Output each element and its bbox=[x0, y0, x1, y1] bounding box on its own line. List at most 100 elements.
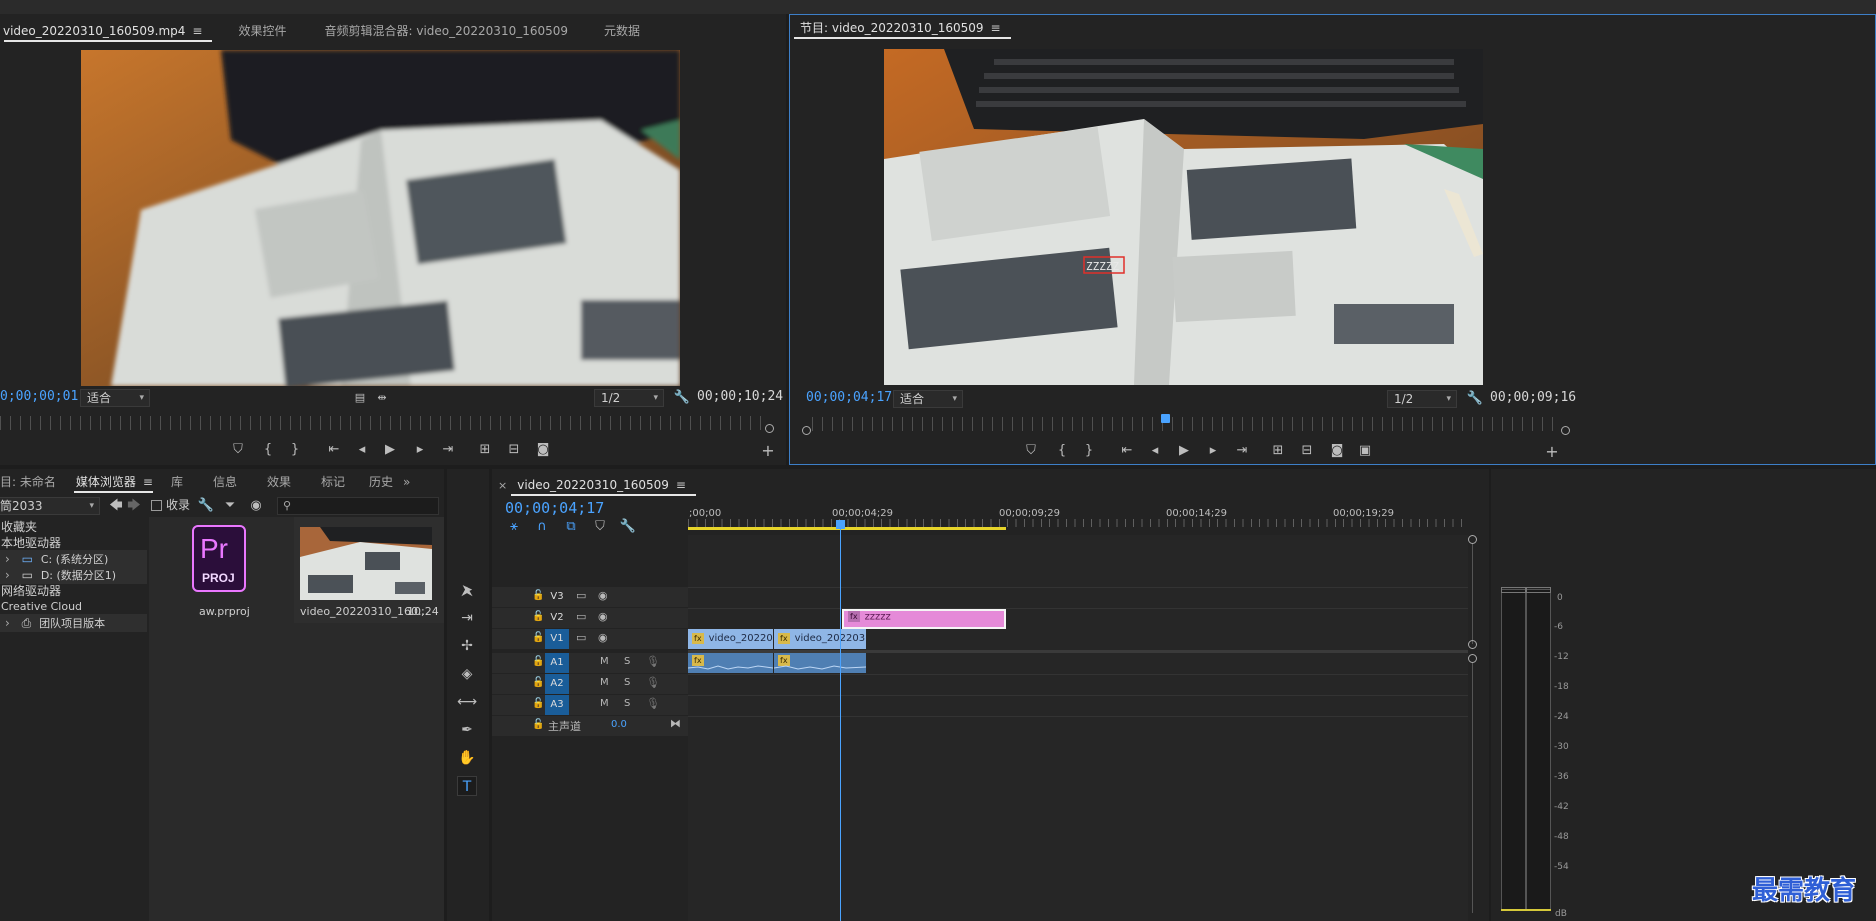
lock-icon[interactable]: 🔓 bbox=[532, 656, 544, 667]
add-marker-icon[interactable]: ⛉ bbox=[1021, 441, 1041, 461]
clip-v1-a[interactable]: fx video_20220310 bbox=[688, 629, 773, 649]
tab-program[interactable]: 节目: video_20220310_160509 ≡ bbox=[790, 15, 1015, 41]
tree-item-team-projects[interactable]: › ⎙ 团队项目版本 bbox=[0, 614, 147, 632]
clip-a1-a[interactable]: fx bbox=[688, 653, 773, 673]
lock-icon[interactable]: 🔓 bbox=[532, 719, 544, 730]
track-name[interactable]: A1 bbox=[545, 653, 569, 673]
type-tool-icon[interactable]: T bbox=[457, 776, 477, 796]
track-name[interactable]: A2 bbox=[545, 674, 569, 694]
path-select[interactable]: 筒2033 ▾ bbox=[0, 497, 100, 515]
source-ruler-end-handle[interactable] bbox=[765, 424, 774, 433]
add-marker-icon[interactable]: ⛉ bbox=[228, 440, 248, 460]
panel-menu-icon[interactable]: ≡ bbox=[143, 475, 153, 489]
extract-icon[interactable]: ⊟ bbox=[1297, 441, 1317, 461]
program-timecode-in[interactable]: 00;00;04;17 bbox=[806, 390, 892, 405]
mark-out-icon[interactable]: } bbox=[1079, 441, 1099, 461]
timeline-playhead-line[interactable] bbox=[840, 529, 841, 921]
program-ruler-start-handle[interactable] bbox=[802, 426, 811, 435]
tab-audio-clip-mixer[interactable]: 音频剪辑混合器: video_20220310_160509 bbox=[311, 18, 583, 44]
timeline-ruler[interactable]: ;00;00 00;00;04;29 00;00;09;29 00;00;14;… bbox=[688, 505, 1468, 533]
play-icon[interactable]: ▶ bbox=[1174, 441, 1194, 461]
play-icon[interactable]: ▶ bbox=[380, 440, 400, 460]
source-resolution-select[interactable]: 1/2 ▾ bbox=[594, 389, 664, 407]
zoom-handle-audio[interactable] bbox=[1468, 654, 1477, 663]
step-back-icon[interactable]: ◂ bbox=[1145, 441, 1165, 461]
sync-lock-icon[interactable]: ▭ bbox=[576, 589, 586, 602]
selection-tool-icon[interactable]: ⮝ bbox=[457, 582, 477, 602]
camera-icon[interactable]: ◙ bbox=[533, 440, 553, 460]
filter-icon[interactable]: ⏷ bbox=[220, 496, 240, 516]
panel-menu-icon[interactable]: ≡ bbox=[192, 24, 202, 38]
thumb-card-video[interactable]: video_20220310_160... 10;24 bbox=[294, 517, 444, 623]
source-fit-select[interactable]: 适合 ▾ bbox=[80, 389, 150, 407]
solo-button[interactable]: S bbox=[624, 677, 630, 688]
program-video-frame[interactable]: ZZZZZ bbox=[884, 49, 1483, 385]
eye-icon[interactable]: ◉ bbox=[598, 610, 608, 623]
mute-button[interactable]: M bbox=[600, 698, 609, 709]
tab-effect-controls[interactable]: 效果控件 bbox=[224, 18, 300, 44]
nest-icon[interactable]: ⚹ bbox=[504, 517, 524, 537]
insert-icon[interactable]: ⊞ bbox=[475, 440, 495, 460]
chevron-right-icon[interactable]: › bbox=[5, 616, 10, 630]
program-ruler-end-handle[interactable] bbox=[1561, 426, 1570, 435]
view-eye-icon[interactable]: ◉ bbox=[246, 496, 266, 516]
add-button-icon[interactable]: + bbox=[1542, 442, 1562, 462]
track-name[interactable]: V3 bbox=[545, 587, 569, 607]
work-area-bar[interactable] bbox=[688, 527, 1006, 530]
tab-libraries[interactable]: 库 bbox=[157, 469, 197, 495]
solo-button[interactable]: S bbox=[624, 656, 630, 667]
source-time-ruler[interactable] bbox=[0, 416, 765, 430]
microphone-icon[interactable]: 🎙 bbox=[646, 655, 660, 668]
mark-out-icon[interactable]: } bbox=[285, 440, 305, 460]
thumb-card-project[interactable]: Pr PROJ aw.prproj bbox=[149, 517, 292, 623]
tab-effects[interactable]: 效果 bbox=[251, 469, 305, 495]
add-button-icon[interactable]: + bbox=[758, 441, 778, 461]
step-forward-icon[interactable]: ▸ bbox=[410, 440, 430, 460]
mute-button[interactable]: M bbox=[600, 677, 609, 688]
mark-in-icon[interactable]: { bbox=[1052, 441, 1072, 461]
step-forward-icon[interactable]: ▸ bbox=[1203, 441, 1223, 461]
search-input[interactable]: ⚲ bbox=[277, 497, 439, 515]
microphone-icon[interactable]: 🎙 bbox=[646, 676, 660, 689]
mute-button[interactable]: M bbox=[600, 656, 609, 667]
step-back-icon[interactable]: ◂ bbox=[352, 440, 372, 460]
panel-menu-icon[interactable]: ≡ bbox=[676, 478, 686, 492]
chevron-right-icon[interactable]: › bbox=[5, 568, 10, 582]
add-marker-icon[interactable]: ⛉ bbox=[590, 517, 610, 537]
skip-icon[interactable]: ⧓ bbox=[670, 717, 681, 730]
wrench-icon[interactable]: 🔧 bbox=[196, 496, 216, 516]
program-fit-select[interactable]: 适合 ▾ bbox=[893, 390, 963, 408]
zoom-handle-top[interactable] bbox=[1468, 535, 1477, 544]
lock-icon[interactable]: 🔓 bbox=[532, 698, 544, 709]
compare-view-icon[interactable]: ▣ bbox=[1355, 441, 1375, 461]
clip-a1-b[interactable]: fx bbox=[774, 653, 866, 673]
ingest-checkbox[interactable] bbox=[151, 500, 162, 511]
overwrite-icon[interactable]: ⊟ bbox=[504, 440, 524, 460]
settings-wrench-icon[interactable]: 🔧 bbox=[1465, 389, 1485, 409]
back-arrow-icon[interactable]: 🡄 bbox=[106, 496, 126, 516]
tab-project[interactable]: 目: 未命名 bbox=[0, 469, 70, 495]
microphone-icon[interactable]: 🎙 bbox=[646, 697, 660, 710]
snap-magnet-icon[interactable]: ∩ bbox=[532, 517, 552, 537]
eye-icon[interactable]: ◉ bbox=[598, 631, 608, 644]
go-to-in-icon[interactable]: ⇤ bbox=[1117, 441, 1137, 461]
hand-tool-icon[interactable]: ✋ bbox=[457, 748, 477, 768]
lock-icon[interactable]: 🔓 bbox=[532, 632, 544, 643]
sync-lock-icon[interactable]: ▭ bbox=[576, 610, 586, 623]
go-to-out-icon[interactable]: ⇥ bbox=[1232, 441, 1252, 461]
playhead-handle[interactable] bbox=[836, 520, 845, 529]
razor-tool-icon[interactable]: ◈ bbox=[457, 664, 477, 684]
sync-lock-icon[interactable]: ▭ bbox=[576, 631, 586, 644]
solo-button[interactable]: S bbox=[624, 698, 630, 709]
tab-media-browser[interactable]: 媒体浏览器 ≡ bbox=[70, 469, 157, 495]
go-to-out-icon[interactable]: ⇥ bbox=[438, 440, 458, 460]
track-name[interactable]: A3 bbox=[545, 695, 569, 715]
tab-metadata[interactable]: 元数据 bbox=[590, 18, 654, 44]
ripple-edit-tool-icon[interactable]: ✢ bbox=[457, 636, 477, 656]
linked-selection-icon[interactable]: ⧉ bbox=[561, 517, 581, 537]
vertical-scrollbar[interactable] bbox=[1472, 663, 1473, 913]
lock-icon[interactable]: 🔓 bbox=[532, 590, 544, 601]
mark-in-icon[interactable]: { bbox=[258, 440, 278, 460]
pen-tool-icon[interactable]: ✒ bbox=[457, 720, 477, 740]
timeline-settings-wrench-icon[interactable]: 🔧 bbox=[618, 517, 638, 537]
